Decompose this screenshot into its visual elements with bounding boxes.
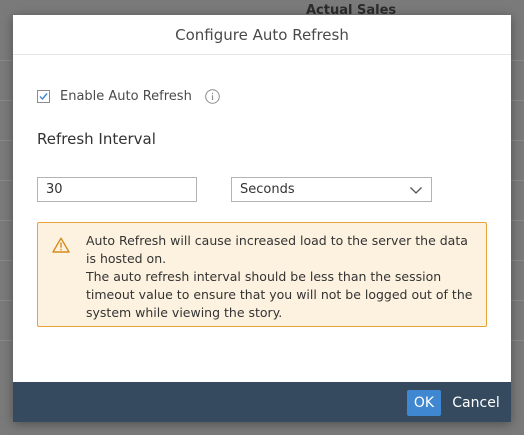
refresh-interval-input[interactable] [37,177,197,202]
warning-line: Auto Refresh will cause increased load t… [86,233,468,248]
warning-message: Auto Refresh will cause increased load t… [86,232,476,322]
warning-line: timeout value to ensure that you will no… [86,287,473,302]
ok-button[interactable]: OK [407,390,441,416]
refresh-interval-heading: Refresh Interval [37,130,156,148]
dialog-header: Configure Auto Refresh [13,15,511,55]
enable-auto-refresh-label[interactable]: Enable Auto Refresh [60,89,192,104]
warning-triangle-icon [52,237,70,253]
info-icon[interactable] [205,88,220,104]
warning-line: system while viewing the story. [86,305,283,320]
warning-line: The auto refresh interval should be less… [86,269,442,284]
check-icon [39,92,48,100]
enable-auto-refresh-checkbox[interactable] [37,89,50,103]
warning-line: is hosted on. [86,251,167,266]
auto-refresh-warning: Auto Refresh will cause increased load t… [37,222,487,327]
enable-auto-refresh-row: Enable Auto Refresh [37,87,220,105]
interval-unit-value: Seconds [240,182,295,197]
cancel-button[interactable]: Cancel [451,390,501,416]
interval-unit-select[interactable]: Seconds [231,177,432,202]
dialog-title: Configure Auto Refresh [175,26,349,44]
configure-auto-refresh-dialog: Configure Auto Refresh Enable Auto Refre… [13,15,511,422]
chevron-down-icon [410,187,422,194]
dialog-footer: OK Cancel [13,382,511,422]
